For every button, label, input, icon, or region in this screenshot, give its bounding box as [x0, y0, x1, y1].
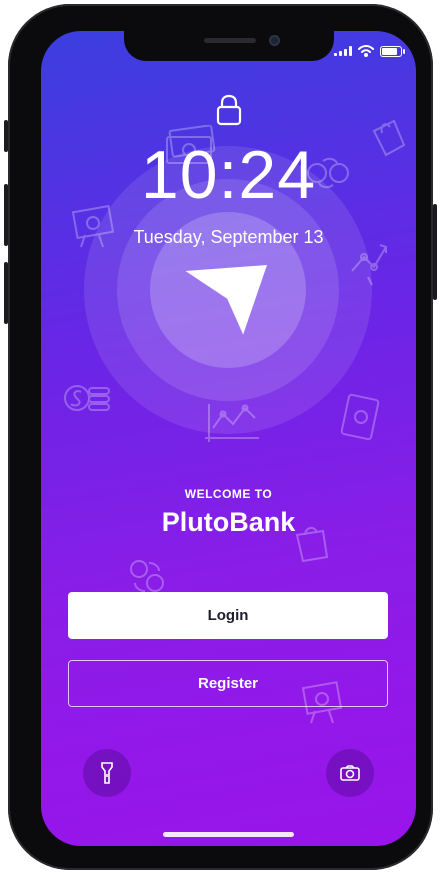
cash-note-icon — [340, 393, 380, 441]
flashlight-button[interactable] — [83, 749, 131, 797]
register-button[interactable]: Register — [68, 660, 388, 707]
volume-down-button — [4, 262, 8, 324]
lock-icon — [216, 94, 242, 126]
front-camera — [269, 35, 280, 46]
volume-up-button — [4, 184, 8, 246]
earpiece-speaker — [204, 38, 256, 43]
app-name: PlutoBank — [161, 507, 296, 537]
lock-date: Tuesday, September 13 — [133, 227, 324, 247]
status-bar — [334, 45, 405, 57]
phone-frame: 10:24 Tuesday, September 13 WELCOME TO P… — [4, 4, 437, 870]
lock-time: 10:24 — [140, 137, 317, 213]
signal-icon — [334, 46, 352, 56]
notch — [124, 31, 334, 61]
lock-screen: 10:24 Tuesday, September 13 WELCOME TO P… — [41, 31, 416, 846]
coins-icon — [64, 385, 110, 411]
analytics-chart-icon — [205, 404, 259, 442]
mute-switch — [4, 120, 8, 152]
flashlight-icon — [101, 762, 113, 784]
coin-exchange-icon-2 — [130, 560, 164, 592]
welcome-eyebrow: WELCOME TO — [184, 487, 273, 501]
camera-button[interactable] — [326, 749, 374, 797]
login-button[interactable]: Login — [68, 592, 388, 639]
wifi-icon — [358, 45, 374, 57]
battery-icon — [380, 45, 405, 57]
home-indicator[interactable] — [163, 832, 294, 837]
paper-plane-logo-icon — [184, 265, 267, 336]
power-button — [433, 204, 437, 300]
camera-icon — [340, 765, 360, 781]
